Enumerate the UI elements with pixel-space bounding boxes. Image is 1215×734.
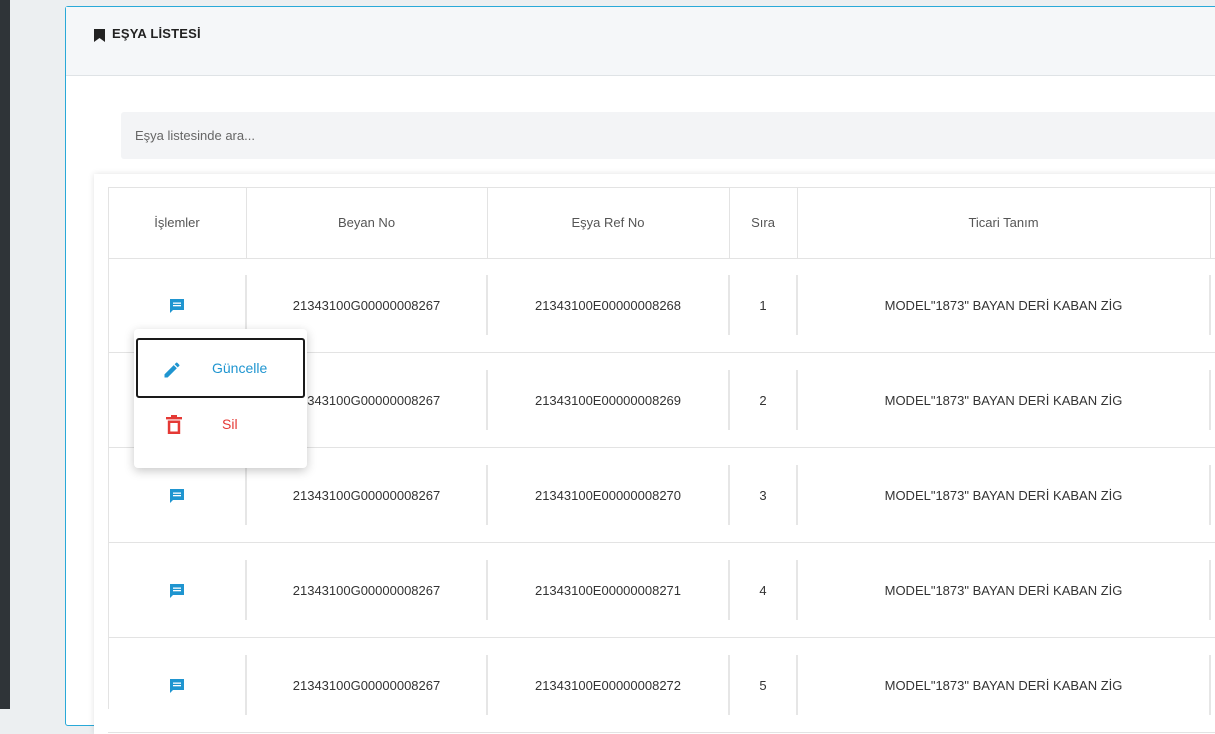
row-action-menu: Güncelle Sil (134, 329, 307, 468)
delete-menu-label: Sil (222, 416, 238, 432)
comment-icon[interactable] (169, 583, 185, 599)
comment-icon[interactable] (169, 298, 185, 314)
column-header: Sıra (751, 215, 775, 230)
sira-cell: 3 (759, 488, 767, 503)
esya-ref-no-cell: 21343100E00000008269 (534, 393, 682, 408)
item-search-input[interactable] (121, 112, 1215, 159)
column-header: Ticari Tanım (968, 215, 1039, 230)
comment-icon[interactable] (169, 488, 185, 504)
delete-menu-item[interactable]: Sil (136, 399, 305, 459)
column-header: İşlemler (154, 215, 200, 230)
ticari-tanim-cell: MODEL"1873" BAYAN DERİ KABAN ZİG (884, 488, 1123, 503)
trash-icon (166, 415, 182, 434)
comment-icon[interactable] (169, 678, 185, 694)
pencil-icon (164, 362, 180, 378)
row-actions-cell (108, 543, 246, 638)
update-menu-label: Güncelle (212, 360, 268, 376)
ticari-tanim-cell: MODEL"1873" BAYAN DERİ KABAN ZİG (884, 298, 1123, 313)
row-actions-cell (108, 638, 246, 733)
sira-cell: 1 (759, 298, 767, 313)
esya-ref-no-cell: 21343100E00000008271 (534, 583, 682, 598)
sira-cell: 2 (759, 393, 767, 408)
beyan-no-cell: 21343100G00000008267 (292, 678, 441, 693)
bookmark-icon (94, 29, 105, 42)
ticari-tanim-cell: MODEL"1873" BAYAN DERİ KABAN ZİG (884, 393, 1123, 408)
ticari-tanim-cell: MODEL"1873" BAYAN DERİ KABAN ZİG (884, 583, 1123, 598)
sira-cell: 4 (759, 583, 767, 598)
sira-cell: 5 (759, 678, 767, 693)
beyan-no-cell: 21343100G00000008267 (292, 583, 441, 598)
esya-ref-no-cell: 21343100E00000008272 (534, 678, 682, 693)
ticari-tanim-cell: MODEL"1873" BAYAN DERİ KABAN ZİG (884, 678, 1123, 693)
panel-title: EŞYA LİSTESİ (112, 26, 201, 41)
column-header: Eşya Ref No (571, 215, 645, 230)
panel-header: EŞYA LİSTESİ (66, 7, 1215, 76)
esya-ref-no-cell: 21343100E00000008268 (534, 298, 682, 313)
column-header: Beyan No (337, 215, 396, 230)
app-sidebar-edge (0, 0, 10, 709)
update-menu-item[interactable]: Güncelle (136, 338, 305, 398)
header-column-divider (1210, 187, 1211, 258)
esya-ref-no-cell: 21343100E00000008270 (534, 488, 682, 503)
